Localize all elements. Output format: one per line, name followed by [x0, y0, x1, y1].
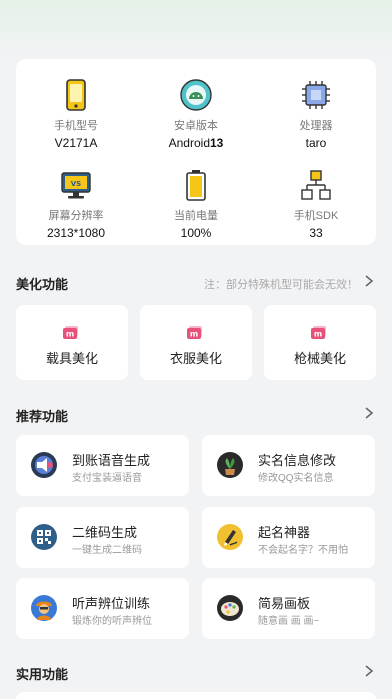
chip-icon	[302, 81, 330, 109]
sdk-item: 手机SDK 33	[256, 167, 376, 240]
voice-generator-title: 到账语音生成	[72, 453, 151, 468]
sdk-label: 手机SDK	[293, 210, 339, 222]
android-version-value: Android13	[136, 136, 256, 150]
name-generator-subtitle: 不会起名字？不用怕	[258, 545, 348, 556]
battery-item: 当前电量 100%	[136, 167, 256, 240]
clothing-beautify-card[interactable]: m 衣服美化	[140, 305, 252, 380]
chevron-right-icon[interactable]	[364, 406, 374, 420]
m-logo-icon: m	[187, 326, 202, 339]
resolution-item: VS 屏幕分辨率 2313*1080	[16, 167, 136, 240]
sound-training-title: 听声辨位训练	[72, 596, 151, 611]
qr-generator-card[interactable]: 二维码生成 一键生成二维码	[16, 507, 189, 568]
qr-generator-title: 二维码生成	[72, 525, 138, 540]
vehicle-beautify-card[interactable]: m 载具美化	[16, 305, 128, 380]
svg-text:m: m	[66, 330, 74, 339]
phone-icon	[66, 79, 86, 111]
android-version-number: 13	[210, 136, 224, 150]
name-generator-card[interactable]: 起名神器 不会起名字？不用怕	[202, 507, 375, 568]
plant-icon	[217, 452, 243, 478]
m-logo-icon: m	[63, 326, 78, 339]
drawing-board-title: 简易画板	[258, 596, 311, 611]
realname-edit-title: 实名信息修改	[258, 453, 337, 468]
utility-section-title: 实用功能	[16, 667, 69, 682]
device-model-label: 手机型号	[54, 120, 98, 132]
name-generator-title: 起名神器	[258, 525, 311, 540]
realname-edit-card[interactable]: 实名信息修改 修改QQ实名信息	[202, 435, 375, 496]
svg-text:m: m	[190, 330, 198, 339]
m-logo-icon: m	[311, 326, 326, 339]
processor-item: 处理器 taro	[256, 77, 376, 150]
network-icon	[301, 170, 331, 200]
beauty-section-title: 美化功能	[16, 277, 69, 292]
weapon-beautify-card[interactable]: m 枪械美化	[264, 305, 376, 380]
android-icon	[180, 79, 212, 111]
resolution-label: 屏幕分辨率	[48, 210, 104, 222]
chevron-right-icon[interactable]	[364, 274, 374, 288]
battery-label: 当前电量	[174, 210, 218, 222]
speaker-icon	[31, 452, 57, 478]
chevron-right-icon[interactable]	[364, 664, 374, 678]
realname-edit-subtitle: 修改QQ实名信息	[258, 473, 334, 484]
monitor-icon: VS	[61, 172, 91, 199]
device-model-item: 手机型号 V2171A	[16, 77, 136, 150]
battery-value: 100%	[180, 226, 212, 240]
recommended-section-header[interactable]: 推荐功能	[16, 404, 376, 424]
header-background	[0, 0, 392, 60]
pen-icon	[217, 524, 243, 550]
android-version-prefix: Android	[168, 136, 210, 150]
device-model-value: V2171A	[54, 136, 98, 150]
voice-generator-subtitle: 支付宝装逼语音	[72, 473, 142, 484]
beauty-section-header[interactable]: 美化功能 注：部分特殊机型可能会无效！	[16, 272, 376, 292]
processor-value: taro	[305, 136, 327, 150]
utility-card-top	[16, 692, 376, 699]
beauty-section-note: 注：部分特殊机型可能会无效！	[204, 279, 358, 291]
sound-training-subtitle: 锻炼你的听声辨位	[72, 616, 152, 627]
sound-training-card[interactable]: 听声辨位训练 锻炼你的听声辨位	[16, 578, 189, 639]
processor-label: 处理器	[299, 120, 333, 132]
battery-icon	[186, 170, 206, 201]
qr-generator-subtitle: 一键生成二维码	[72, 545, 142, 556]
vehicle-beautify-label: 载具美化	[45, 351, 98, 366]
android-version-item: 安卓版本 Android13	[136, 77, 256, 150]
palette-icon	[217, 595, 243, 621]
recommended-section-title: 推荐功能	[16, 409, 69, 424]
drawing-board-subtitle: 随意画 画 画~	[258, 616, 320, 627]
soldier-icon	[31, 595, 57, 621]
resolution-value: 2313*1080	[46, 226, 106, 240]
clothing-beautify-label: 衣服美化	[169, 351, 222, 366]
sdk-value: 33	[309, 226, 323, 240]
utility-section-header[interactable]: 实用功能	[16, 662, 376, 682]
android-version-label: 安卓版本	[174, 120, 218, 132]
device-info-card: 手机型号 V2171A 安卓版本 Android13 处理器 taro VS 屏…	[16, 59, 376, 245]
voice-generator-card[interactable]: 到账语音生成 支付宝装逼语音	[16, 435, 189, 496]
svg-text:VS: VS	[71, 180, 81, 188]
svg-text:m: m	[314, 330, 322, 339]
weapon-beautify-label: 枪械美化	[293, 351, 346, 366]
qr-code-icon	[31, 524, 57, 550]
drawing-board-card[interactable]: 简易画板 随意画 画 画~	[202, 578, 375, 639]
